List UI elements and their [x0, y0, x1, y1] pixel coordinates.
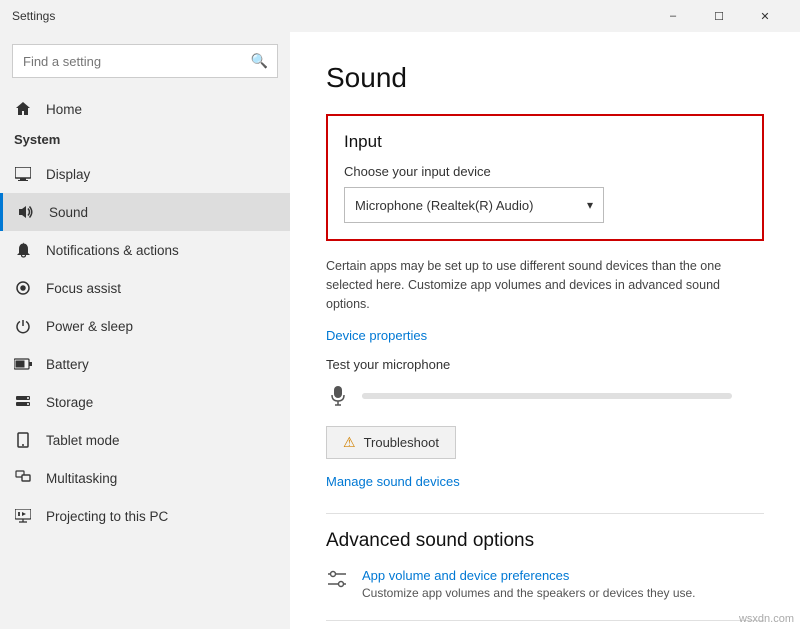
search-input[interactable]	[12, 44, 278, 78]
troubleshoot-label: Troubleshoot	[364, 435, 439, 450]
sidebar-item-storage[interactable]: Storage	[0, 383, 290, 421]
sidebar-item-label: Storage	[46, 395, 93, 410]
test-microphone-label: Test your microphone	[326, 357, 764, 372]
search-icon: 🔍	[251, 53, 268, 70]
sidebar-item-home[interactable]: Home	[0, 90, 290, 128]
manage-sound-link[interactable]: Manage sound devices	[326, 474, 460, 489]
app-volume-title[interactable]: App volume and device preferences	[362, 568, 696, 583]
sidebar-item-label: Display	[46, 167, 90, 182]
sidebar-item-label: Tablet mode	[46, 433, 120, 448]
sidebar-item-multitasking[interactable]: Multitasking	[0, 459, 290, 497]
device-properties-link[interactable]: Device properties	[326, 328, 427, 343]
tablet-icon	[14, 431, 32, 449]
sidebar-item-label: Projecting to this PC	[46, 509, 168, 524]
warning-icon: ⚠	[343, 434, 356, 451]
sidebar-item-notifications[interactable]: Notifications & actions	[0, 231, 290, 269]
divider	[326, 513, 764, 514]
chevron-down-icon: ▾	[587, 198, 593, 212]
microphone-icon	[326, 382, 350, 410]
app-body: 🔍 Home System Display	[0, 32, 800, 629]
input-heading: Input	[344, 132, 746, 152]
sidebar-item-power[interactable]: Power & sleep	[0, 307, 290, 345]
mic-progress-fill	[362, 393, 418, 399]
titlebar-controls: – ☐ ✕	[650, 0, 788, 32]
sidebar-item-label: Power & sleep	[46, 319, 133, 334]
app-volume-option: App volume and device preferences Custom…	[326, 568, 764, 600]
power-icon	[14, 317, 32, 335]
info-text: Certain apps may be set up to use differ…	[326, 257, 764, 313]
sound-icon	[17, 203, 35, 221]
sidebar-item-tablet[interactable]: Tablet mode	[0, 421, 290, 459]
mic-bar-row	[326, 382, 764, 410]
watermark: wsxdn.com	[739, 613, 794, 625]
titlebar: Settings – ☐ ✕	[0, 0, 800, 32]
mic-progress-bar	[362, 393, 732, 399]
app-volume-desc: Customize app volumes and the speakers o…	[362, 586, 696, 600]
battery-icon	[14, 355, 32, 373]
notifications-icon	[14, 241, 32, 259]
sidebar-item-projecting[interactable]: Projecting to this PC	[0, 497, 290, 535]
titlebar-title: Settings	[12, 9, 650, 23]
display-icon	[14, 165, 32, 183]
sidebar-item-label: Sound	[49, 205, 88, 220]
divider-2	[326, 620, 764, 621]
sidebar-item-label: Notifications & actions	[46, 243, 179, 258]
sidebar-item-focus[interactable]: Focus assist	[0, 269, 290, 307]
sidebar-item-label: Focus assist	[46, 281, 121, 296]
sliders-icon	[326, 570, 348, 593]
sidebar-item-display[interactable]: Display	[0, 155, 290, 193]
content-area: Sound Input Choose your input device Mic…	[290, 32, 800, 629]
system-section-label: System	[0, 128, 290, 155]
troubleshoot-button[interactable]: ⚠ Troubleshoot	[326, 426, 456, 459]
sidebar: 🔍 Home System Display	[0, 32, 290, 629]
sidebar-item-sound[interactable]: Sound	[0, 193, 290, 231]
multitasking-icon	[14, 469, 32, 487]
projecting-icon	[14, 507, 32, 525]
page-title: Sound	[326, 62, 764, 94]
home-icon	[14, 100, 32, 118]
close-button[interactable]: ✕	[742, 0, 788, 32]
input-device-dropdown[interactable]: Microphone (Realtek(R) Audio) ▾	[344, 187, 604, 223]
sidebar-item-label: Multitasking	[46, 471, 117, 486]
input-section: Input Choose your input device Microphon…	[326, 114, 764, 241]
choose-label: Choose your input device	[344, 164, 746, 179]
advanced-section-title: Advanced sound options	[326, 530, 764, 552]
sidebar-item-label: Home	[46, 102, 82, 117]
dropdown-value: Microphone (Realtek(R) Audio)	[355, 198, 533, 213]
sidebar-search: 🔍	[12, 44, 278, 78]
sidebar-item-battery[interactable]: Battery	[0, 345, 290, 383]
maximize-button[interactable]: ☐	[696, 0, 742, 32]
focus-icon	[14, 279, 32, 297]
sidebar-item-label: Battery	[46, 357, 89, 372]
storage-icon	[14, 393, 32, 411]
minimize-button[interactable]: –	[650, 0, 696, 32]
app-volume-text: App volume and device preferences Custom…	[362, 568, 696, 600]
